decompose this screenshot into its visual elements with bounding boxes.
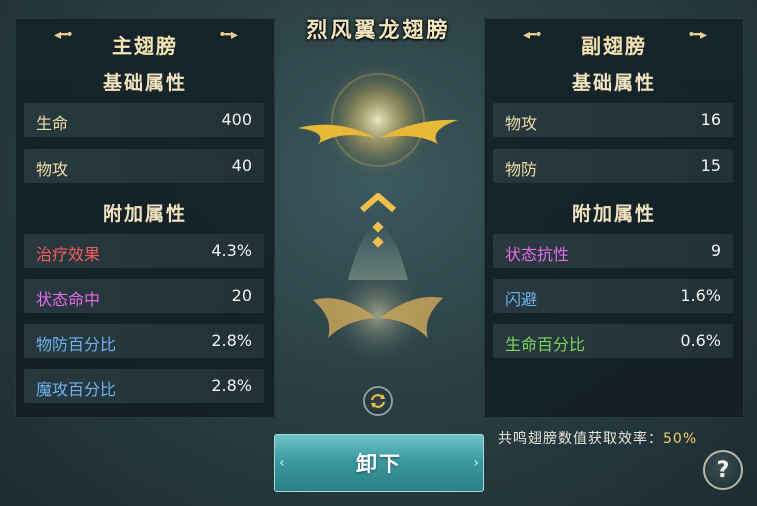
swap-icon [371,394,385,408]
help-button[interactable]: ? [703,450,743,490]
secondary-basic-attributes-title: 基础属性 [571,72,656,94]
main-extra-stat-row: 魔攻百分比 2.8% [24,369,264,403]
main-wing-glow [316,60,440,182]
main-basic-stat-row: 生命 400 [24,103,264,137]
question-icon: ? [716,457,730,483]
main-extra-stat-row: 物防百分比 2.8% [24,324,264,358]
stat-value: 0.6% [680,331,721,350]
main-extra-stat-row: 治疗效果 4.3% [24,234,264,268]
main-basic-attributes-title: 基础属性 [102,72,187,94]
stat-value: 20 [231,286,252,305]
stat-value: 2.8% [211,376,252,395]
stat-name: 生命百分比 [505,335,586,354]
main-basic-stat-row: 物攻 40 [24,149,264,183]
secondary-extra-attributes-title: 附加属性 [571,203,656,225]
up-chevron-icon [360,193,396,213]
stat-name: 状态抗性 [505,245,570,264]
stat-name: 物防百分比 [36,335,117,354]
stat-name: 魔攻百分比 [36,380,117,399]
main-wing-panel: ◂━• •━▸ 主翅膀 基础属性 生命 400 物攻 40 附加属性 治疗效果 … [15,18,275,418]
unequip-label: 卸下 [356,452,402,476]
secondary-extra-stat-row: 状态抗性 9 [493,234,733,268]
stat-value: 15 [700,156,721,175]
secondary-basic-stat-row: 物攻 16 [493,103,733,137]
swap-button[interactable] [363,386,393,416]
stat-value: 9 [710,241,721,260]
stat-name: 闪避 [505,290,538,309]
resonance-efficiency-text: 共鸣翅膀数值获取效率：50% [498,428,697,448]
stat-value: 1.6% [680,286,721,305]
secondary-basic-stat-row: 物防 15 [493,149,733,183]
secondary-extra-stat-row: 闪避 1.6% [493,279,733,313]
stat-value: 16 [700,110,721,129]
stat-name: 物攻 [505,114,538,133]
main-extra-stat-row: 状态命中 20 [24,279,264,313]
stat-name: 治疗效果 [36,245,101,264]
resonance-value: 50% [663,431,698,447]
main-extra-attributes-title: 附加属性 [102,203,187,225]
stat-name: 生命 [36,114,69,133]
stat-value: 2.8% [211,331,252,350]
stat-value: 400 [221,110,252,129]
unequip-button[interactable]: ‹ 卸下 › [274,434,484,492]
wing-name-title: 烈风翼龙翅膀 [306,18,451,42]
stat-name: 状态命中 [36,290,101,309]
wing-comparison-art [298,60,458,367]
button-right-arrow-icon: › [473,455,479,471]
secondary-wing-panel: ◂━• •━▸ 副翅膀 基础属性 物攻 16 物防 15 附加属性 状态抗性 9… [484,18,744,418]
stat-value: 40 [231,156,252,175]
secondary-extra-stat-row: 生命百分比 0.6% [493,324,733,358]
resonance-label: 共鸣翅膀数值获取效率： [498,431,663,447]
stat-name: 物防 [505,160,538,179]
button-left-arrow-icon: ‹ [279,455,285,471]
stat-name: 物攻 [36,160,69,179]
stat-value: 4.3% [211,241,252,260]
